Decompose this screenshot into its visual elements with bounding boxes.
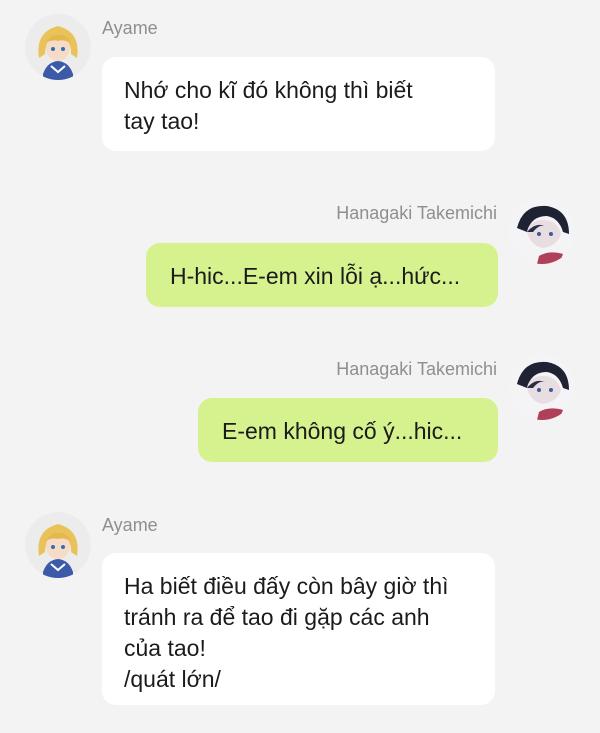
sender-name: Ayame <box>102 18 158 38</box>
sender-name: Hanagaki Takemichi <box>336 359 497 379</box>
sender-name: Hanagaki Takemichi <box>336 203 497 223</box>
ayame-avatar-icon[interactable] <box>25 14 91 80</box>
message-bubble[interactable]: Nhớ cho kĩ đó không thì biết tay tao! <box>102 57 495 151</box>
sender-name: Ayame <box>102 515 158 535</box>
takemichi-avatar-icon[interactable] <box>509 198 575 264</box>
ayame-avatar-icon[interactable] <box>25 512 91 578</box>
message-bubble[interactable]: Ha biết điều đấy còn bây giờ thì tránh r… <box>102 553 495 705</box>
takemichi-avatar-icon[interactable] <box>509 354 575 420</box>
message-bubble[interactable]: E-em không cố ý...hic... <box>198 398 498 462</box>
message-bubble[interactable]: H-hic...E-em xin lỗi ạ...hức... <box>146 243 498 307</box>
